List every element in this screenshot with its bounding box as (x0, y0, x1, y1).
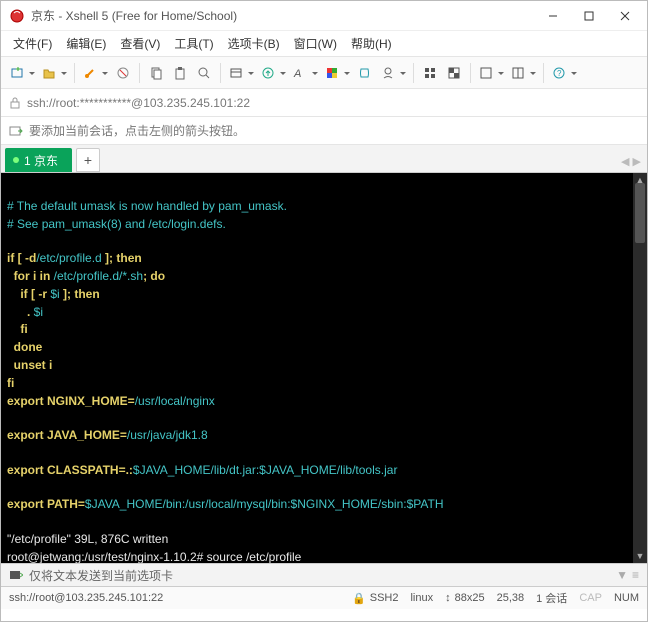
arrange-button[interactable] (508, 62, 538, 84)
separator (413, 63, 414, 83)
status-size: ↕88x25 (445, 592, 484, 604)
status-cap: CAP (579, 592, 602, 604)
disconnect-button[interactable] (112, 62, 134, 84)
status-connection: ssh://root@103.235.245.101:22 (9, 592, 163, 604)
window-title: 京东 - Xshell 5 (Free for Home/School) (31, 7, 535, 24)
scroll-thumb[interactable] (635, 183, 645, 243)
status-sessions: 1 会话 (536, 590, 567, 606)
menu-view[interactable]: 查看(V) (114, 32, 166, 55)
reconnect-button[interactable] (80, 62, 110, 84)
menu-edit[interactable]: 编辑(E) (60, 32, 112, 55)
layout-button[interactable] (476, 62, 506, 84)
user-key-button[interactable] (378, 62, 408, 84)
svg-text:A: A (293, 68, 301, 80)
hint-text: 要添加当前会话，点击左侧的箭头按钮。 (29, 122, 245, 139)
terminal-line: # The default umask is now handled by pa… (7, 199, 287, 213)
menu-window[interactable]: 窗口(W) (288, 32, 343, 55)
broadcast-icon[interactable] (9, 568, 23, 582)
separator (139, 63, 140, 83)
terminal-line: # See pam_umask(8) and /etc/login.defs. (7, 217, 226, 231)
separator (470, 63, 471, 83)
app-logo-icon (9, 8, 25, 24)
terminal[interactable]: # The default umask is now handled by pa… (1, 173, 647, 563)
close-button[interactable] (607, 2, 643, 30)
tab-nav-arrows[interactable]: ◀ ▶ (621, 155, 641, 168)
toggle-down-icon[interactable]: ▼ (616, 568, 628, 582)
scroll-down-icon[interactable]: ▼ (633, 549, 647, 563)
separator (220, 63, 221, 83)
send-command-bar: 仅将文本发送到当前选项卡 ▼ ≡ (1, 563, 647, 587)
help-button[interactable]: ? (549, 62, 579, 84)
status-protocol: 🔒SSH2 (352, 592, 398, 605)
toolbar: A ? (1, 57, 647, 89)
font-button[interactable]: A (290, 62, 320, 84)
fullscreen-button[interactable] (419, 62, 441, 84)
session-tab[interactable]: 1 京东 (5, 148, 72, 172)
menu-tools[interactable]: 工具(T) (168, 32, 219, 55)
statusbar: ssh://root@103.235.245.101:22 🔒SSH2 linu… (1, 587, 647, 609)
send-command-text: 仅将文本发送到当前选项卡 (29, 567, 173, 584)
lock-icon (9, 97, 21, 109)
maximize-button[interactable] (571, 2, 607, 30)
menu-help[interactable]: 帮助(H) (345, 32, 398, 55)
status-cursor: 25,38 (497, 592, 525, 604)
script-button[interactable] (354, 62, 376, 84)
grip-icon[interactable]: ≡ (632, 568, 639, 582)
connection-status-dot-icon (13, 157, 19, 163)
tab-bar: 1 京东 + ◀ ▶ (1, 145, 647, 173)
color-button[interactable] (322, 62, 352, 84)
menu-file[interactable]: 文件(F) (7, 32, 58, 55)
svg-text:?: ? (557, 69, 562, 78)
hintbar: 要添加当前会话，点击左侧的箭头按钮。 (1, 117, 647, 145)
lock-icon: 🔒 (352, 592, 366, 605)
add-session-arrow-icon[interactable] (9, 124, 23, 138)
new-session-button[interactable] (7, 62, 37, 84)
separator (74, 63, 75, 83)
open-session-button[interactable] (39, 62, 69, 84)
tab-label: 1 京东 (24, 152, 58, 169)
separator (543, 63, 544, 83)
minimize-button[interactable] (535, 2, 571, 30)
copy-button[interactable] (145, 62, 167, 84)
titlebar: 京东 - Xshell 5 (Free for Home/School) (1, 1, 647, 31)
new-tab-button[interactable]: + (76, 148, 100, 172)
transparency-button[interactable] (443, 62, 465, 84)
paste-button[interactable] (169, 62, 191, 84)
transfer-button[interactable] (258, 62, 288, 84)
addressbar: ssh://root:***********@103.235.245.101:2… (1, 89, 647, 117)
address-text[interactable]: ssh://root:***********@103.235.245.101:2… (27, 96, 250, 110)
menubar: 文件(F) 编辑(E) 查看(V) 工具(T) 选项卡(B) 窗口(W) 帮助(… (1, 31, 647, 57)
menu-tabs[interactable]: 选项卡(B) (222, 32, 286, 55)
status-num: NUM (614, 592, 639, 604)
terminal-scrollbar[interactable]: ▲ ▼ (633, 173, 647, 563)
status-os: linux (410, 592, 433, 604)
properties-button[interactable] (226, 62, 256, 84)
find-button[interactable] (193, 62, 215, 84)
